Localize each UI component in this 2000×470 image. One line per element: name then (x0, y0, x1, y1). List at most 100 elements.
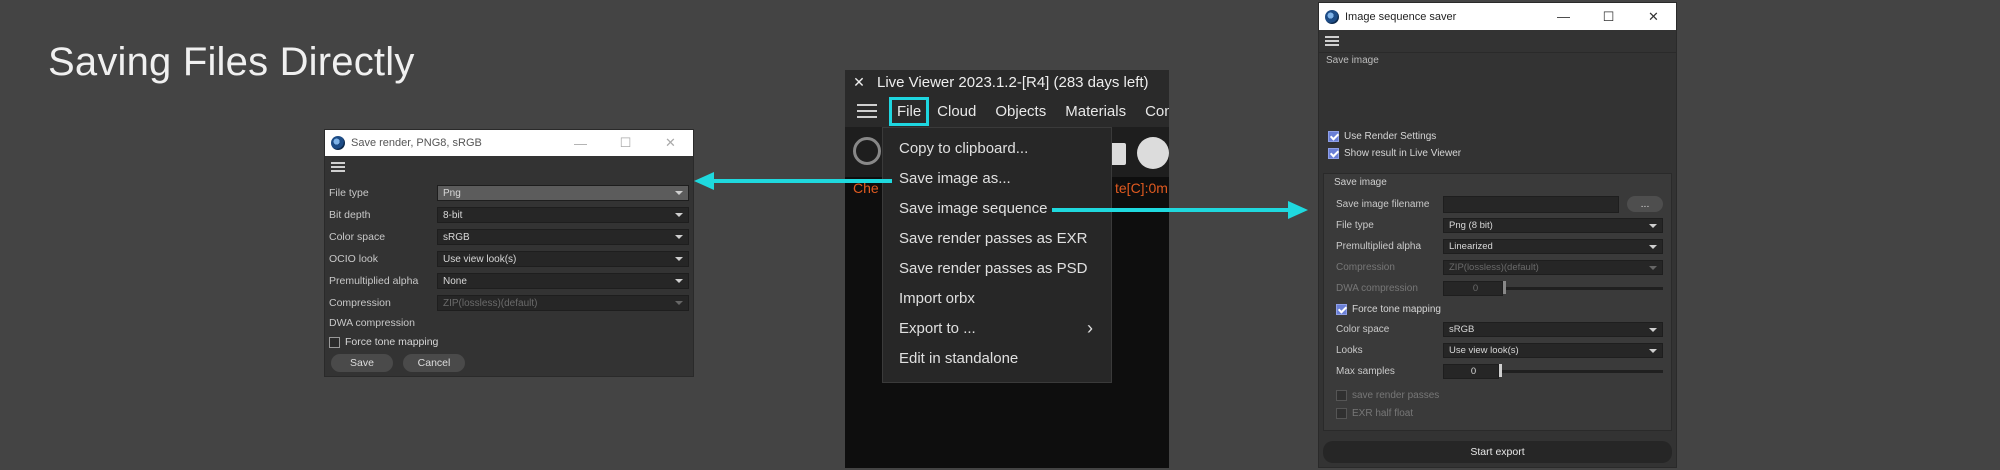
app-logo-icon (331, 136, 345, 150)
color-space-select[interactable]: sRGB (437, 229, 689, 245)
cancel-button[interactable]: Cancel (403, 354, 465, 372)
color-space-select[interactable]: sRGB (1443, 321, 1663, 337)
dwa-compression-row: DWA compression 0 (1336, 280, 1663, 296)
menu-item-save-render-passes-psd[interactable]: Save render passes as PSD (899, 260, 1087, 277)
compression-select: ZIP(lossless)(default) (437, 295, 689, 311)
submenu-chevron-icon: › (1087, 318, 1093, 338)
save-render-titlebar: Save render, PNG8, sRGB — ☐ ✕ (325, 130, 693, 156)
filename-row: Save image filename ... (1336, 195, 1663, 213)
save-image-group: Save image Save image filename ... File … (1323, 173, 1672, 431)
maximize-button[interactable]: ☐ (603, 135, 648, 151)
show-result-checkbox[interactable] (1328, 148, 1339, 159)
force-tone-mapping-checkbox[interactable] (1336, 303, 1347, 315)
browse-button[interactable]: ... (1627, 196, 1663, 212)
color-space-label: Color space (1336, 323, 1390, 335)
menu-file[interactable]: File (889, 96, 930, 126)
looks-label: Looks (1336, 344, 1363, 356)
arrow-to-sequence-saver (1052, 208, 1290, 212)
hamburger-menu-icon[interactable] (331, 162, 345, 172)
force-tone-mapping-label: Force tone mapping (345, 336, 439, 348)
arrow-to-save-render (712, 179, 892, 183)
arrow-head-right-icon (1288, 201, 1308, 219)
app-logo-icon (1325, 9, 1339, 24)
force-tone-mapping-checkbox[interactable] (329, 336, 340, 348)
live-viewer-menubar: File Cloud Objects Materials Com (845, 95, 1169, 127)
max-samples-input[interactable]: 0 (1443, 363, 1499, 379)
menu-cloud[interactable]: Cloud (937, 103, 976, 120)
hamburger-menu-icon[interactable] (857, 104, 877, 118)
show-result-label: Show result in Live Viewer (1344, 148, 1462, 159)
hamburger-menu-icon[interactable] (1325, 36, 1339, 46)
close-icon[interactable]: ✕ (845, 74, 873, 91)
menu-materials[interactable]: Materials (1065, 103, 1126, 120)
menu-item-import-orbx[interactable]: Import orbx (899, 290, 975, 307)
color-space-row: Color space sRGB (1336, 321, 1663, 337)
render-tool-icon[interactable] (853, 137, 881, 165)
file-type-row: File type Png (8 bit) (1336, 217, 1663, 233)
force-tone-mapping-label: Force tone mapping (1352, 303, 1441, 315)
ocio-look-row: OCIO look Use view look(s) (329, 250, 689, 268)
dwa-compression-slider (1503, 280, 1663, 296)
slide-title: Saving Files Directly (48, 40, 415, 84)
force-tone-mapping-row[interactable]: Force tone mapping (329, 333, 689, 351)
chevron-down-icon (675, 301, 683, 305)
menu-item-export-to[interactable]: Export to ... (899, 320, 976, 337)
color-space-row: Color space sRGB (329, 228, 689, 246)
menu-item-save-render-passes-exr[interactable]: Save render passes as EXR (899, 230, 1087, 247)
close-button[interactable]: ✕ (648, 135, 693, 151)
max-samples-row: Max samples 0 (1336, 363, 1663, 379)
use-render-settings-row[interactable]: Use Render Settings (1328, 131, 1436, 142)
chevron-down-icon (1649, 223, 1657, 228)
max-samples-slider[interactable] (1499, 363, 1663, 379)
ocio-look-label: OCIO look (329, 253, 379, 265)
menu-com[interactable]: Com (1145, 103, 1169, 120)
start-export-button[interactable]: Start export (1323, 441, 1672, 463)
chevron-down-icon (1649, 265, 1657, 270)
compression-row: Compression ZIP(lossless)(default) (1336, 259, 1663, 275)
bit-depth-select[interactable]: 8-bit (437, 207, 689, 223)
minimize-button[interactable]: — (558, 136, 603, 151)
slider-handle (1503, 281, 1506, 294)
max-samples-label: Max samples (1336, 365, 1395, 377)
sphere-icon[interactable] (1137, 137, 1169, 169)
menu-item-edit-in-standalone[interactable]: Edit in standalone (899, 350, 1018, 367)
menu-item-save-image-sequence[interactable]: Save image sequence (899, 200, 1047, 217)
arrow-head-left-icon (694, 172, 714, 190)
looks-row: Looks Use view look(s) (1336, 342, 1663, 358)
compression-label: Compression (1336, 261, 1395, 273)
menu-item-save-image-as[interactable]: Save image as... (899, 170, 1011, 187)
menu-objects[interactable]: Objects (995, 103, 1046, 120)
live-viewer-title: Live Viewer 2023.1.2-[R4] (283 days left… (877, 74, 1149, 91)
sequence-saver-titlebar: Image sequence saver — ☐ ✕ (1319, 3, 1676, 30)
save-image-header: Save image (1326, 55, 1379, 66)
file-type-row: File type Png (329, 184, 689, 202)
image-sequence-saver-dialog: Image sequence saver — ☐ ✕ Save image Us… (1318, 2, 1677, 468)
sequence-saver-title: Image sequence saver (1345, 10, 1457, 23)
show-result-row[interactable]: Show result in Live Viewer (1328, 148, 1461, 159)
use-render-settings-checkbox[interactable] (1328, 131, 1339, 142)
exr-half-float-label: EXR half float (1352, 407, 1414, 419)
force-tone-mapping-row[interactable]: Force tone mapping (1336, 301, 1663, 317)
chevron-down-icon (675, 279, 683, 283)
slider-handle[interactable] (1499, 364, 1502, 377)
premultiplied-alpha-label: Premultiplied alpha (1336, 240, 1422, 252)
save-button[interactable]: Save (331, 354, 393, 372)
ocio-look-select[interactable]: Use view look(s) (437, 251, 689, 267)
premultiplied-alpha-label: Premultiplied alpha (329, 275, 419, 287)
maximize-button[interactable]: ☐ (1586, 9, 1631, 25)
dwa-compression-label: DWA compression (1336, 282, 1418, 294)
file-type-select[interactable]: Png (8 bit) (1443, 217, 1663, 233)
save-render-dialog: Save render, PNG8, sRGB — ☐ ✕ File type … (324, 129, 694, 377)
status-text-right: te[C]:0m (1115, 180, 1168, 196)
menu-item-copy-to-clipboard[interactable]: Copy to clipboard... (899, 140, 1028, 157)
chevron-down-icon (1649, 244, 1657, 249)
chevron-down-icon (1649, 348, 1657, 353)
premultiplied-alpha-select[interactable]: None (437, 273, 689, 289)
use-render-settings-label: Use Render Settings (1344, 131, 1437, 142)
looks-select[interactable]: Use view look(s) (1443, 342, 1663, 358)
filename-input[interactable] (1443, 195, 1619, 213)
premultiplied-alpha-select[interactable]: Linearized (1443, 238, 1663, 254)
close-button[interactable]: ✕ (1631, 9, 1676, 25)
minimize-button[interactable]: — (1541, 9, 1586, 24)
file-type-select[interactable]: Png (437, 185, 689, 201)
